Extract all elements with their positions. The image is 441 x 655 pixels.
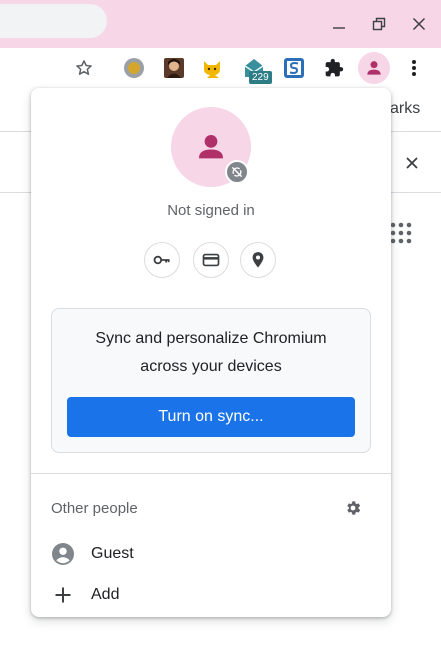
close-icon (406, 157, 418, 169)
person-icon (367, 61, 381, 75)
person-icon (198, 134, 224, 159)
apps-grid-icon[interactable] (390, 222, 412, 244)
gear-icon (347, 501, 361, 515)
profile-menu-popup: Not signed in Sync and personalize Chrom… (31, 88, 391, 617)
profile-button[interactable] (358, 52, 390, 84)
avatar-extension-icon (164, 58, 184, 78)
more-vert-icon (412, 60, 416, 76)
addresses-button[interactable] (240, 242, 276, 278)
circle-extension-button[interactable] (122, 56, 146, 80)
puzzle-extensions-icon (325, 58, 344, 77)
sync-promo-card: Sync and personalize Chromium across you… (51, 308, 371, 453)
other-people-heading: Other people (51, 500, 138, 517)
passwords-button[interactable] (144, 242, 180, 278)
manage-people-button[interactable] (343, 498, 363, 518)
address-bar[interactable] (0, 4, 107, 38)
minimize-button[interactable] (324, 8, 354, 40)
extensions-button[interactable] (322, 56, 346, 80)
avatar-extension-button[interactable] (162, 56, 186, 80)
guest-label: Guest (91, 545, 134, 562)
add-profile-row[interactable]: Add (31, 575, 391, 615)
restore-button[interactable] (364, 8, 394, 40)
turn-on-sync-button[interactable]: Turn on sync... (67, 397, 355, 437)
sync-promo-line-2: across your devices (140, 358, 282, 375)
cat-extension-button[interactable] (201, 56, 225, 80)
minimize-icon (333, 27, 345, 29)
bookmark-star-button[interactable] (73, 57, 95, 79)
star-outline-icon (76, 60, 92, 75)
guest-account-icon (51, 542, 75, 566)
sync-disabled-badge (225, 160, 249, 184)
cat-extension-icon (204, 61, 220, 78)
divider (31, 473, 391, 474)
passwords-key-icon (153, 255, 170, 265)
circle-extension-icon (124, 58, 144, 78)
restore-icon (372, 17, 386, 31)
sync-promo-line-1: Sync and personalize Chromium (95, 330, 327, 347)
addresses-location-icon (252, 252, 264, 268)
guest-profile-row[interactable]: Guest (31, 534, 391, 574)
s-extension-icon (284, 58, 304, 78)
mail-unread-badge: 229 (249, 71, 272, 84)
bookmarks-bar-label[interactable]: arks (390, 100, 420, 118)
sync-disabled-icon (231, 166, 243, 178)
s-extension-button[interactable] (282, 56, 306, 80)
plus-icon (51, 583, 75, 607)
payment-methods-button[interactable] (193, 242, 229, 278)
sign-in-status: Not signed in (167, 202, 255, 219)
close-icon (412, 17, 426, 31)
payment-card-icon (202, 253, 220, 267)
chrome-menu-button[interactable] (404, 56, 424, 80)
infobar-close-button[interactable] (402, 153, 422, 173)
add-label: Add (91, 586, 120, 603)
close-window-button[interactable] (404, 8, 434, 40)
